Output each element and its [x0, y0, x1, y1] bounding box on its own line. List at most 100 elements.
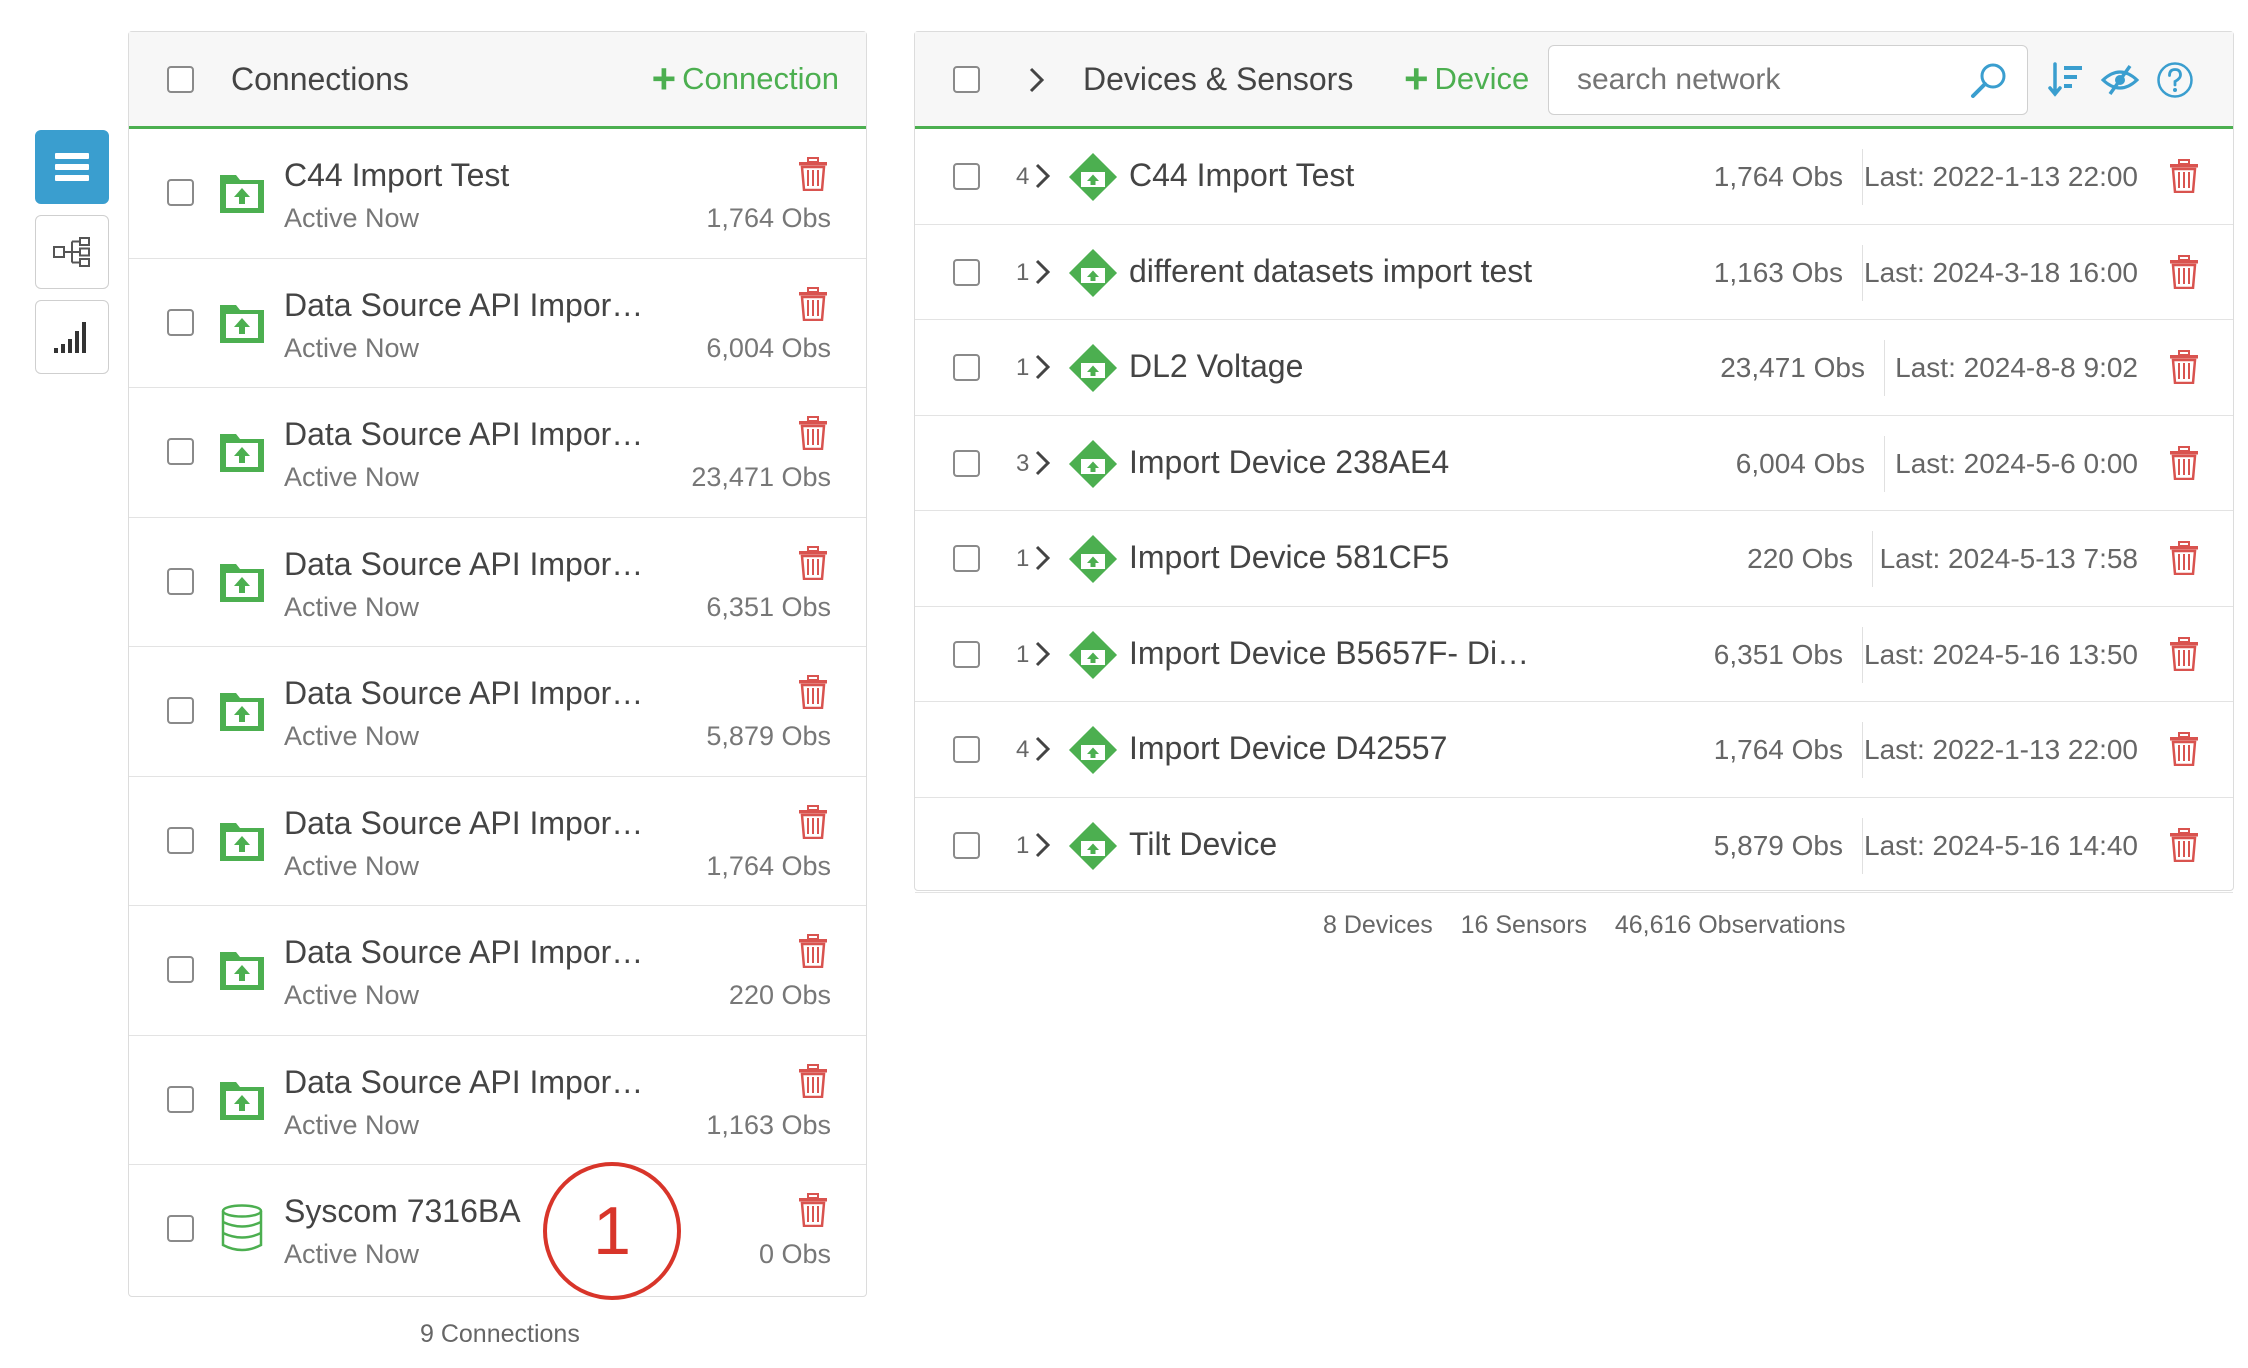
device-obs-count: 5,879 Obs — [1713, 829, 1843, 861]
chevron-right-icon[interactable] — [1033, 543, 1053, 573]
device-checkbox[interactable] — [953, 354, 980, 381]
connection-checkbox[interactable] — [167, 697, 194, 724]
trash-icon[interactable] — [798, 675, 828, 710]
trash-icon[interactable] — [798, 416, 828, 451]
device-last-timestamp: Last: 2024-5-6 0:00 — [1895, 447, 2138, 479]
device-checkbox[interactable] — [953, 736, 980, 763]
connection-name[interactable]: Data Source API Impor… — [284, 805, 643, 842]
trash-icon[interactable] — [798, 545, 828, 580]
trash-icon[interactable] — [2169, 636, 2199, 671]
connection-row[interactable]: Data Source API Impor… Active Now 6,351 Ob… — [129, 518, 866, 647]
trash-icon[interactable] — [2169, 827, 2199, 862]
device-name[interactable]: Import Device D42557 — [1129, 730, 1447, 767]
device-checkbox[interactable] — [953, 545, 980, 572]
connection-row[interactable]: Data Source API Impor… Active Now 23,471 O… — [129, 388, 866, 518]
connection-checkbox[interactable] — [167, 1085, 194, 1113]
search-icon[interactable] — [1970, 61, 2008, 99]
connection-row[interactable]: C44 Import Test Active Now 1,764 Obs — [129, 129, 866, 259]
add-connection-button[interactable]: + Connection — [651, 55, 839, 102]
chevron-right-icon[interactable] — [1033, 257, 1053, 287]
trash-icon[interactable] — [798, 157, 828, 192]
network-view-button[interactable] — [35, 215, 109, 289]
chevron-right-icon[interactable] — [1033, 352, 1053, 382]
plus-icon: + — [651, 55, 677, 102]
connection-name[interactable]: C44 Import Test — [284, 157, 509, 194]
connection-name[interactable]: Data Source API Impor… — [284, 416, 643, 453]
connection-name[interactable]: Data Source API Impor… — [284, 287, 643, 324]
device-last-timestamp: Last: 2024-5-16 14:40 — [1864, 829, 2138, 861]
trash-icon[interactable] — [2169, 541, 2199, 576]
connection-obs-count: 1,764 Obs — [706, 850, 831, 881]
connection-row[interactable]: Data Source API Impor… Active Now 5,879 Ob… — [129, 647, 866, 777]
connection-row[interactable]: Data Source API Impor… Active Now 1,764 Ob… — [129, 777, 866, 906]
device-row[interactable]: 3 Import Device 238AE4 6,004 Obs Last: 2024… — [915, 416, 2233, 511]
chevron-right-icon[interactable] — [1033, 639, 1053, 669]
device-row[interactable]: 1 DL2 Voltage 23,471 Obs Last: 2024-8-8 9:0… — [915, 320, 2233, 416]
device-row[interactable]: 4 Import Device D42557 1,764 Obs Last: 2022… — [915, 702, 2233, 798]
device-checkbox[interactable] — [953, 640, 980, 668]
device-row[interactable]: 1 Import Device 581CF5 220 Obs Last: 2024-5… — [915, 511, 2233, 607]
device-name[interactable]: Tilt Device — [1129, 826, 1277, 863]
trash-icon[interactable] — [798, 1063, 828, 1098]
device-row[interactable]: 1 Import Device B5657F- Di… 6,351 Obs Last:… — [915, 607, 2233, 702]
connection-checkbox[interactable] — [167, 308, 194, 336]
connection-checkbox[interactable] — [167, 956, 194, 983]
device-checkbox[interactable] — [953, 449, 980, 477]
help-icon[interactable] — [2156, 61, 2194, 99]
trash-icon[interactable] — [2169, 350, 2199, 385]
trash-icon[interactable] — [2169, 159, 2199, 194]
device-name[interactable]: Import Device 238AE4 — [1129, 444, 1449, 481]
trash-icon[interactable] — [798, 804, 828, 839]
device-row[interactable]: 4 C44 Import Test 1,764 Obs Last: 2022-1-13… — [915, 129, 2233, 225]
sort-icon[interactable] — [2048, 62, 2084, 98]
trash-icon[interactable] — [2169, 445, 2199, 480]
device-name[interactable]: Import Device 581CF5 — [1129, 539, 1449, 576]
add-device-button[interactable]: + Device — [1404, 58, 1529, 100]
connection-checkbox[interactable] — [167, 179, 194, 206]
connection-status: Active Now — [284, 980, 420, 1010]
trash-icon[interactable] — [2169, 254, 2199, 289]
connection-name[interactable]: Data Source API Impor… — [284, 934, 643, 971]
device-row[interactable]: 1 Tilt Device 5,879 Obs Last: 2024-5-16 14:… — [915, 798, 2233, 893]
connection-row[interactable]: Data Source API Impor… Active Now 220 Obs — [129, 906, 866, 1036]
trash-icon[interactable] — [798, 934, 828, 969]
chevron-right-icon[interactable] — [1033, 830, 1053, 860]
connection-name[interactable]: Data Source API Impor… — [284, 546, 643, 583]
chevron-right-icon[interactable] — [1033, 734, 1053, 764]
connection-name[interactable]: Data Source API Impor… — [284, 1064, 643, 1101]
connection-checkbox[interactable] — [167, 1215, 194, 1242]
device-checkbox[interactable] — [953, 163, 980, 190]
select-all-connections-checkbox[interactable] — [167, 66, 194, 93]
trash-icon[interactable] — [798, 286, 828, 321]
device-checkbox[interactable] — [953, 258, 980, 286]
connection-row[interactable]: Data Source API Impor… Active Now 1,163 Ob… — [129, 1036, 866, 1165]
list-view-button[interactable] — [35, 130, 109, 204]
device-name[interactable]: different datasets import test — [1129, 253, 1532, 290]
device-row[interactable]: 1 different datasets import test 1,163 Obs… — [915, 225, 2233, 320]
search-network-input[interactable] — [1548, 45, 2028, 115]
upload-folder-icon — [217, 297, 267, 347]
connection-name[interactable]: Syscom 7316BA — [284, 1193, 521, 1230]
device-name[interactable]: C44 Import Test — [1129, 157, 1354, 194]
connection-name[interactable]: Data Source API Impor… — [284, 675, 643, 712]
chevron-right-icon[interactable] — [1033, 161, 1053, 191]
chevron-right-icon[interactable] — [1028, 66, 1046, 94]
upload-folder-icon — [217, 426, 267, 476]
trash-icon[interactable] — [2169, 732, 2199, 767]
connection-checkbox[interactable] — [167, 438, 194, 465]
select-all-devices-checkbox[interactable] — [953, 66, 980, 93]
chevron-right-icon[interactable] — [1033, 448, 1053, 478]
connection-row[interactable]: Syscom 7316BA Active Now 0 Obs — [129, 1165, 866, 1295]
connection-checkbox[interactable] — [167, 826, 194, 854]
sensor-count: 4 — [1016, 163, 1030, 190]
trash-icon[interactable] — [798, 1193, 828, 1228]
device-name[interactable]: Import Device B5657F- Di… — [1129, 635, 1529, 672]
signal-view-button[interactable] — [35, 300, 109, 374]
connection-row[interactable]: Data Source API Impor… Active Now 6,004 Ob… — [129, 259, 866, 388]
device-last-timestamp: Last: 2024-5-16 13:50 — [1864, 638, 2138, 670]
connection-checkbox[interactable] — [167, 567, 194, 595]
device-name[interactable]: DL2 Voltage — [1129, 348, 1303, 385]
device-checkbox[interactable] — [953, 831, 980, 859]
hide-eye-icon[interactable] — [2100, 64, 2140, 96]
connection-obs-count: 23,471 Obs — [691, 462, 831, 492]
